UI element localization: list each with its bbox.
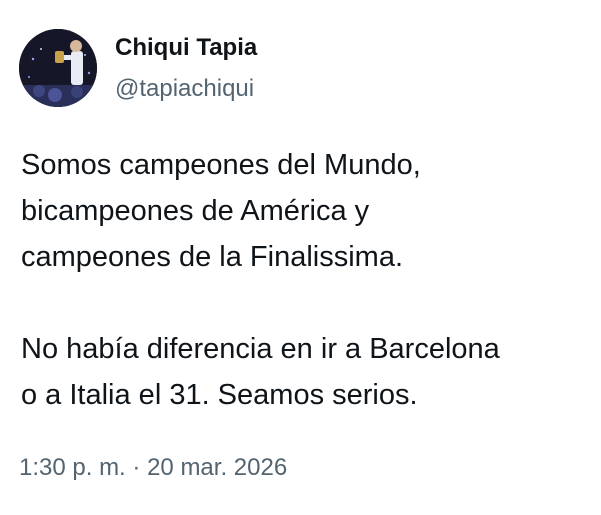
- tweet-text-line: campeones de la Finalissima.: [21, 241, 404, 273]
- tweet-text-line: bicampeones de América y: [21, 195, 370, 227]
- tweet-time[interactable]: 1:30 p. m.: [19, 454, 126, 481]
- tweet-timestamp[interactable]: 1:30 p. m. · 20 mar. 2026: [19, 453, 287, 483]
- tweet-text-line: Somos campeones del Mundo,: [21, 149, 421, 181]
- tweet-paragraph: Somos campeones del Mundo, bicampeones d…: [21, 142, 591, 280]
- tweet-paragraph: No había diferencia en ir a Barcelona o …: [21, 326, 591, 418]
- avatar-photo: [19, 29, 97, 107]
- meta-separator: ·: [132, 454, 141, 481]
- author-display-name[interactable]: Chiqui Tapia: [115, 33, 257, 63]
- tweet-card: Chiqui Tapia @tapiachiqui Somos campeone…: [0, 0, 601, 515]
- tweet-text-line: No había diferencia en ir a Barcelona: [21, 333, 500, 365]
- tweet-text: Somos campeones del Mundo, bicampeones d…: [21, 142, 591, 418]
- tweet-text-line: o a Italia el 31. Seamos serios.: [21, 379, 418, 411]
- author-handle[interactable]: @tapiachiqui: [115, 74, 254, 104]
- author-avatar[interactable]: [19, 29, 97, 107]
- tweet-date[interactable]: 20 mar. 2026: [147, 454, 287, 481]
